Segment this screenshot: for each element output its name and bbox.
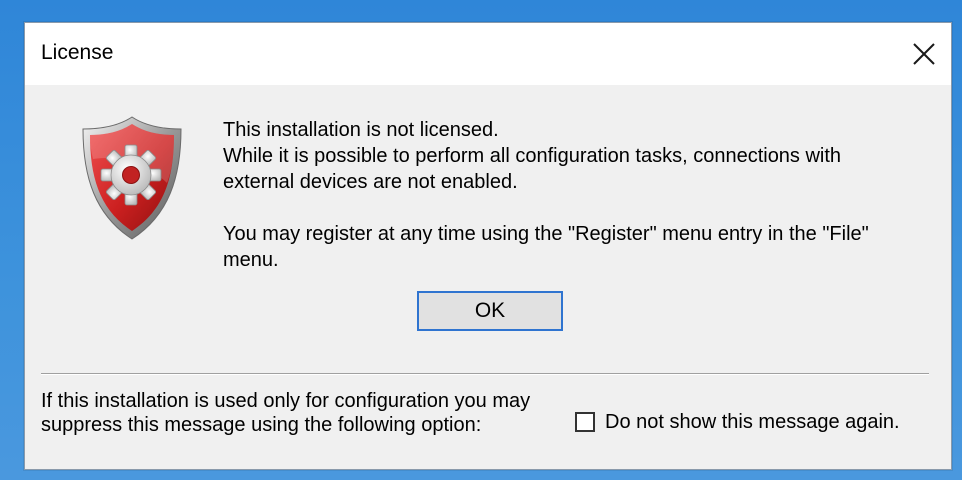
close-icon xyxy=(913,43,935,65)
message-line: external devices are not enabled. xyxy=(223,171,518,193)
license-message: This installation is not licensed. While… xyxy=(223,117,923,273)
close-button[interactable] xyxy=(907,37,941,71)
hint-line: If this installation is used only for co… xyxy=(41,390,531,412)
hint-line: suppress this message using the followin… xyxy=(41,414,482,436)
gear-shield-icon xyxy=(79,115,185,241)
message-line: While it is possible to perform all conf… xyxy=(223,145,842,167)
message-line: menu. xyxy=(223,249,279,271)
dont-show-again-label[interactable]: Do not show this message again. xyxy=(605,411,900,434)
dont-show-again-checkbox[interactable] xyxy=(575,412,595,432)
message-line: You may register at any time using the "… xyxy=(223,223,869,245)
ok-button[interactable]: OK xyxy=(417,291,563,331)
license-dialog: License This installation is not license… xyxy=(24,22,952,470)
title-bar: License xyxy=(25,23,951,85)
dialog-title: License xyxy=(41,41,114,64)
suppress-hint: If this installation is used only for co… xyxy=(41,389,581,437)
dont-show-again-option[interactable]: Do not show this message again. xyxy=(575,409,900,435)
message-line: This installation is not licensed. xyxy=(223,119,499,141)
divider xyxy=(41,373,929,375)
